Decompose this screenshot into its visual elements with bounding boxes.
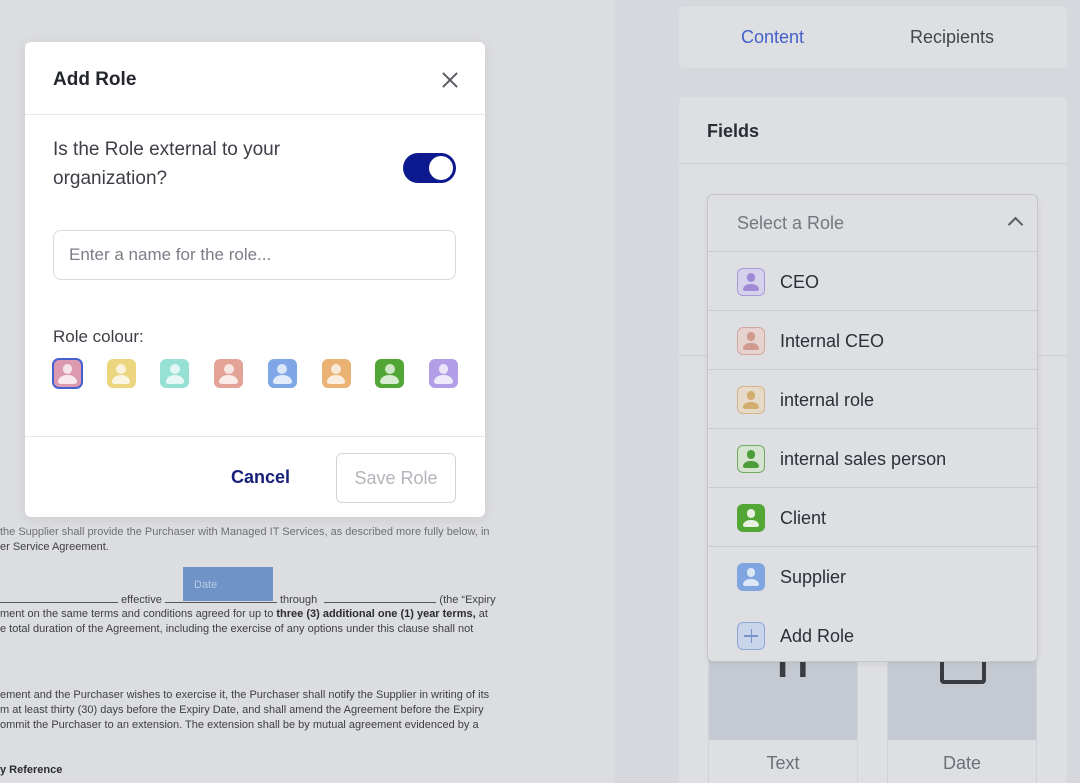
role-icon xyxy=(737,504,765,532)
role-colour-label: Role colour: xyxy=(53,327,144,346)
role-select-placeholder: Select a Role xyxy=(737,213,845,233)
role-select-trigger[interactable]: Select a Role xyxy=(708,195,1037,252)
person-icon xyxy=(738,387,764,413)
colour-swatch-blue[interactable] xyxy=(267,359,297,388)
panel-tabs: Content Recipients xyxy=(679,6,1067,68)
role-icon xyxy=(737,268,765,296)
doc-text-fragment: (the “Expiry xyxy=(439,594,496,606)
doc-line: ement and the Purchaser wishes to exerci… xyxy=(0,689,490,701)
role-option[interactable]: CEO xyxy=(708,252,1037,311)
role-icon xyxy=(737,327,765,355)
colour-swatch-purple[interactable] xyxy=(428,359,458,388)
doc-text-fragment: effective xyxy=(121,594,162,606)
person-icon xyxy=(738,328,764,354)
colour-swatch-pink[interactable] xyxy=(52,358,83,389)
colour-swatch-green[interactable] xyxy=(375,359,405,388)
person-icon xyxy=(268,359,297,388)
doc-line: ment on the same terms and conditions ag… xyxy=(0,607,488,622)
field-tile-date[interactable]: Date xyxy=(887,657,1037,783)
colour-swatch-teal[interactable] xyxy=(160,359,190,388)
colour-swatch-salmon[interactable] xyxy=(214,359,244,388)
tile-preview: TT xyxy=(709,658,857,740)
save-role-button[interactable]: Save Role xyxy=(336,453,456,503)
add-role-modal: Add Role Is the Role external to your or… xyxy=(25,42,485,517)
panel-gutter xyxy=(615,0,680,783)
doc-line: m at least thirty (30) days before the E… xyxy=(0,704,484,716)
cancel-button[interactable]: Cancel xyxy=(231,467,290,488)
doc-text-fragment: at xyxy=(475,608,488,620)
fields-header: Fields xyxy=(679,97,1067,164)
person-icon xyxy=(738,505,764,531)
tab-content[interactable]: Content xyxy=(741,27,804,48)
role-option[interactable]: Internal CEO xyxy=(708,311,1037,370)
role-option[interactable]: internal role xyxy=(708,370,1037,429)
colour-swatch-orange[interactable] xyxy=(321,359,351,388)
blank-underline xyxy=(0,592,118,603)
person-icon xyxy=(429,359,458,388)
tile-label: Date xyxy=(942,753,982,773)
tab-recipients[interactable]: Recipients xyxy=(910,27,994,48)
add-role-label: Add Role xyxy=(780,626,855,646)
external-role-question: Is the Role external to your organizatio… xyxy=(53,139,281,189)
doc-text-fragment: ment on the same terms and conditions ag… xyxy=(0,608,277,620)
person-icon xyxy=(322,359,351,388)
role-option-label: internal sales person xyxy=(780,449,947,469)
person-icon xyxy=(160,359,189,388)
role-option-label: Internal CEO xyxy=(780,331,885,351)
external-role-toggle[interactable] xyxy=(403,153,456,183)
role-option[interactable]: Supplier xyxy=(708,547,1037,606)
role-select-dropdown: Select a Role CEO Internal CEO internal ro… xyxy=(707,194,1038,662)
role-name-input[interactable] xyxy=(53,230,456,280)
role-option-label: CEO xyxy=(780,272,820,292)
person-icon xyxy=(53,359,82,388)
modal-header: Add Role xyxy=(25,42,485,115)
add-role-option[interactable]: Add Role xyxy=(708,606,1037,665)
doc-line: e total duration of the Agreement, inclu… xyxy=(0,623,474,635)
role-options-list: CEO Internal CEO internal role internal sal… xyxy=(708,252,1037,606)
person-icon xyxy=(107,359,136,388)
person-icon xyxy=(214,359,243,388)
role-option-label: Supplier xyxy=(780,567,847,587)
tile-preview xyxy=(888,658,1036,740)
role-option[interactable]: internal sales person xyxy=(708,429,1037,488)
role-option-label: Client xyxy=(780,508,827,528)
doc-line: the Supplier shall provide the Purchaser… xyxy=(0,526,490,538)
role-colour-picker xyxy=(52,358,458,389)
person-icon xyxy=(375,359,404,388)
blank-underline xyxy=(324,592,437,603)
modal-footer: Cancel Save Role xyxy=(25,436,485,517)
role-icon xyxy=(737,386,765,414)
colour-swatch-yellow[interactable] xyxy=(106,359,136,388)
role-icon xyxy=(737,563,765,591)
doc-text-fragment: through xyxy=(279,594,318,606)
role-icon xyxy=(737,445,765,473)
tile-label: Text xyxy=(766,753,800,773)
fields-title: Fields xyxy=(707,121,760,141)
date-placeholder-field[interactable]: Date xyxy=(183,567,273,601)
chevron-up-icon xyxy=(1007,216,1024,233)
doc-line: ommit the Purchaser to an extension. The… xyxy=(0,719,479,731)
doc-section-heading: y Reference xyxy=(0,764,63,776)
person-icon xyxy=(738,269,764,295)
role-option[interactable]: Client xyxy=(708,488,1037,547)
plus-icon xyxy=(737,622,765,650)
role-option-label: internal role xyxy=(780,390,875,410)
close-icon[interactable] xyxy=(441,71,459,89)
doc-line: er Service Agreement. xyxy=(0,541,109,553)
person-icon xyxy=(738,446,764,472)
toggle-knob xyxy=(429,156,453,180)
modal-title: Add Role xyxy=(53,69,137,90)
person-icon xyxy=(738,564,764,590)
date-field-label: Date xyxy=(194,579,218,591)
field-tile-text[interactable]: TT Text xyxy=(708,657,858,783)
doc-bold-fragment: three (3) additional one (1) year terms, xyxy=(276,608,476,620)
